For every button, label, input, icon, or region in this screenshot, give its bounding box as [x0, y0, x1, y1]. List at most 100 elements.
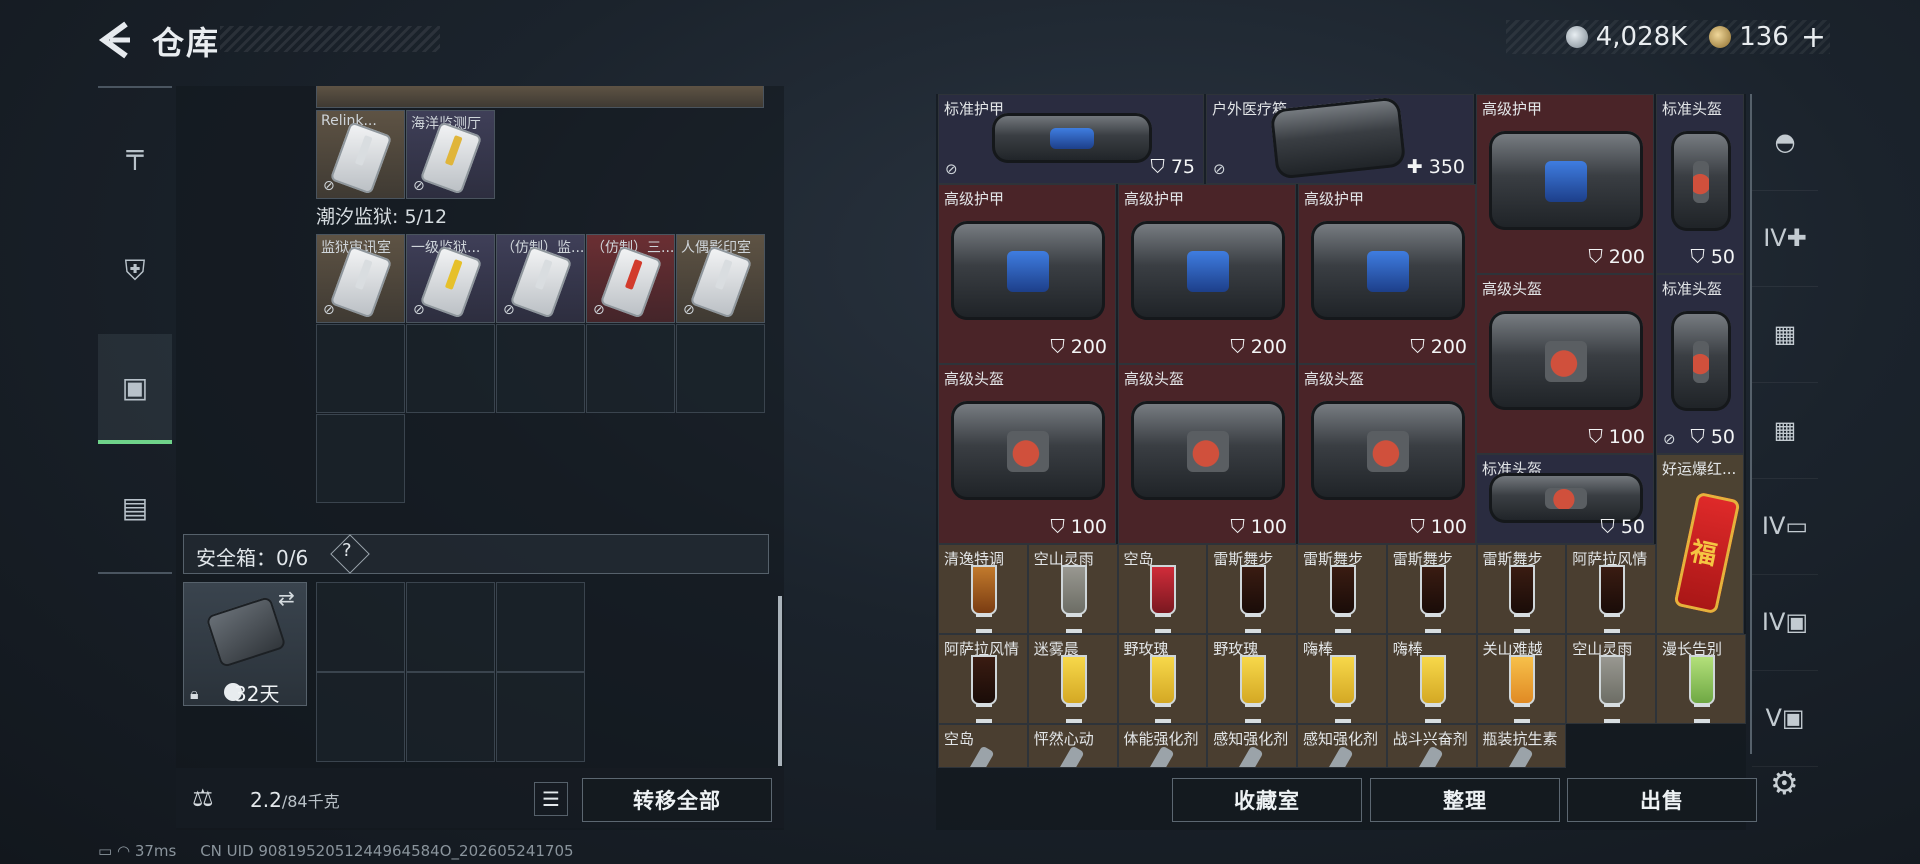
drink-item[interactable]: 阿萨拉风情	[1566, 544, 1656, 634]
inventory-item[interactable]: 标准头盔 ⛉ 50	[1656, 94, 1744, 274]
inventory-item[interactable]: 高级头盔 ⛉ 100	[1476, 274, 1654, 454]
inventory-item[interactable]: 标准头盔 ⛉ 50 ⊘	[1656, 274, 1744, 454]
inventory-item[interactable]: 好运爆红... 福	[1656, 454, 1744, 634]
drink-item[interactable]: 空山灵雨	[1027, 544, 1118, 634]
list-view-button[interactable]: ☰	[534, 782, 568, 816]
add-currency-button[interactable]: +	[1801, 20, 1826, 55]
armor-value: ⛉ 200	[1588, 246, 1645, 268]
keycard-item[interactable]: Relink... ⊘	[316, 110, 405, 199]
item-label: 战斗兴奋剂	[1392, 730, 1468, 748]
shield-icon: ⛉	[1690, 426, 1711, 448]
drink-glass-icon	[1150, 655, 1177, 723]
sell-button[interactable]: 出售	[1567, 778, 1757, 822]
inventory-item[interactable]: 标准头盔 ⛉ 50	[1476, 454, 1654, 544]
gear-icon[interactable]: ⚙	[1770, 764, 1799, 802]
card-icon: ▦	[1773, 320, 1797, 348]
drink-item[interactable]: 雷斯舞步	[1476, 544, 1567, 634]
drink-item[interactable]: 迷雾晨	[1027, 634, 1118, 724]
keycard-stripe	[714, 259, 733, 290]
drink-item[interactable]: 怦然心动	[1027, 724, 1118, 768]
drink-item[interactable]: 漫长告别	[1656, 634, 1746, 724]
safebox-cell[interactable]	[406, 672, 495, 762]
grid-cell[interactable]	[586, 324, 675, 413]
nav-armor[interactable]: ⛨	[98, 216, 172, 326]
item-label: 高级护甲	[1482, 100, 1543, 118]
organize-button[interactable]: 整理	[1370, 778, 1560, 822]
nav-filter-4[interactable]: IV▭	[1752, 478, 1818, 575]
drink-item[interactable]: 阿萨拉风情	[938, 634, 1028, 724]
nav-filter-3[interactable]: ▦	[1752, 382, 1818, 479]
shield-icon: ⛉	[1050, 516, 1071, 538]
safebox-cell[interactable]	[316, 582, 405, 672]
collection-room-button[interactable]: 收藏室	[1172, 778, 1362, 822]
nav-briefcase[interactable]: ▤	[98, 452, 172, 562]
transfer-all-button[interactable]: 转移全部	[582, 778, 772, 822]
drink-item[interactable]: 嗨棒	[1297, 634, 1387, 724]
inventory-item[interactable]: 高级护甲 ⛉ 200	[1118, 184, 1296, 364]
bag-window	[1544, 487, 1588, 509]
back-arrow-icon[interactable]	[96, 20, 132, 60]
keycard-item[interactable]: 一级监狱...⊘	[406, 234, 495, 323]
keycard-item[interactable]: （仿制）三... ⊘	[586, 234, 675, 323]
inventory-item[interactable]: 高级头盔 ⛉ 100	[1118, 364, 1296, 544]
nav-filter-5[interactable]: IV▣	[1752, 574, 1818, 671]
grid-cell[interactable]	[316, 414, 405, 503]
keycard-item[interactable]: 海洋监测厅⊘	[406, 110, 495, 199]
keycard-item[interactable]: 监狱审讯室⊘	[316, 234, 405, 323]
drink-item[interactable]: 空岛	[938, 724, 1028, 768]
bag-window	[1186, 250, 1230, 293]
drink-item[interactable]: 瓶装抗生素	[1476, 724, 1567, 768]
grid-cell[interactable]	[496, 324, 585, 413]
inventory-item[interactable]: 高级护甲 ⛉ 200	[938, 184, 1116, 364]
help-icon[interactable]: ?	[342, 540, 352, 561]
armor-bag-icon	[951, 221, 1105, 320]
keycard-item[interactable]: 人偶影印室⊘	[676, 234, 765, 323]
nav-filter-2[interactable]: ▦	[1752, 286, 1818, 383]
grid-cell[interactable]	[406, 324, 495, 413]
armor-value: ⛉ 200	[1050, 336, 1107, 358]
nav-filter-0[interactable]: ◓	[1752, 94, 1818, 191]
weight-icon: ⚖	[192, 784, 214, 812]
nav-weapons[interactable]: ╤	[98, 98, 172, 208]
safebox-cell[interactable]	[406, 582, 495, 672]
drink-item[interactable]: 雷斯舞步	[1297, 544, 1387, 634]
gold-coin-icon	[1709, 26, 1732, 48]
drink-item[interactable]: 空山灵雨	[1566, 634, 1656, 724]
inventory-item[interactable]: 户外医疗箱 ✚ 350 ⊘	[1206, 94, 1474, 184]
bag-window	[1006, 430, 1050, 473]
drink-item[interactable]: 感知强化剂	[1207, 724, 1297, 768]
drink-item[interactable]: 野玫瑰	[1207, 634, 1297, 724]
inventory-item[interactable]: 高级护甲 ⛉ 200	[1476, 94, 1654, 274]
drink-item[interactable]: 空岛	[1117, 544, 1208, 634]
scrollbar[interactable]	[778, 596, 782, 766]
safebox-cell[interactable]	[316, 672, 405, 762]
medkit-icon	[1269, 96, 1407, 180]
nav-filter-1[interactable]: IV✚	[1752, 190, 1818, 287]
inventory-item[interactable]: 高级护甲 ⛉ 200	[1298, 184, 1476, 364]
safe-case-icon	[205, 595, 287, 669]
grid-cell[interactable]	[676, 324, 765, 413]
drink-item[interactable]: 嗨棒	[1386, 634, 1477, 724]
drink-item[interactable]: 雷斯舞步	[1386, 544, 1477, 634]
safebox-cell[interactable]	[496, 582, 585, 672]
safebox-cell[interactable]	[496, 672, 585, 762]
drink-item[interactable]: 战斗兴奋剂	[1386, 724, 1477, 768]
drink-item[interactable]: 雷斯舞步	[1207, 544, 1297, 634]
nav-backpack[interactable]: ▣	[98, 334, 172, 444]
nav-filter-6[interactable]: V▣	[1752, 670, 1818, 767]
drink-item[interactable]: 清逸特调	[938, 544, 1028, 634]
inventory-item[interactable]: 高级头盔 ⛉ 100	[938, 364, 1116, 544]
drink-item[interactable]: 感知强化剂	[1297, 724, 1387, 768]
item-label: 高级护甲	[1124, 190, 1185, 208]
swap-icon[interactable]: ⇄	[278, 586, 295, 610]
shield-icon: ⛉	[1588, 246, 1609, 268]
drink-item[interactable]: 关山难越	[1476, 634, 1567, 724]
drink-item[interactable]: 野玫瑰	[1117, 634, 1208, 724]
inventory-item[interactable]: 高级头盔 ⛉ 100	[1298, 364, 1476, 544]
grid-cell[interactable]	[316, 324, 405, 413]
keycard-item[interactable]: （仿制）监... ⊘	[496, 234, 585, 323]
left-category-nav: ╤ ⛨ ▣ ▤	[98, 86, 172, 574]
keycard-stripe	[354, 135, 373, 166]
inventory-item[interactable]: 标准护甲 ⛉ 75 ⊘	[938, 94, 1204, 184]
drink-item[interactable]: 体能强化剂	[1117, 724, 1208, 768]
